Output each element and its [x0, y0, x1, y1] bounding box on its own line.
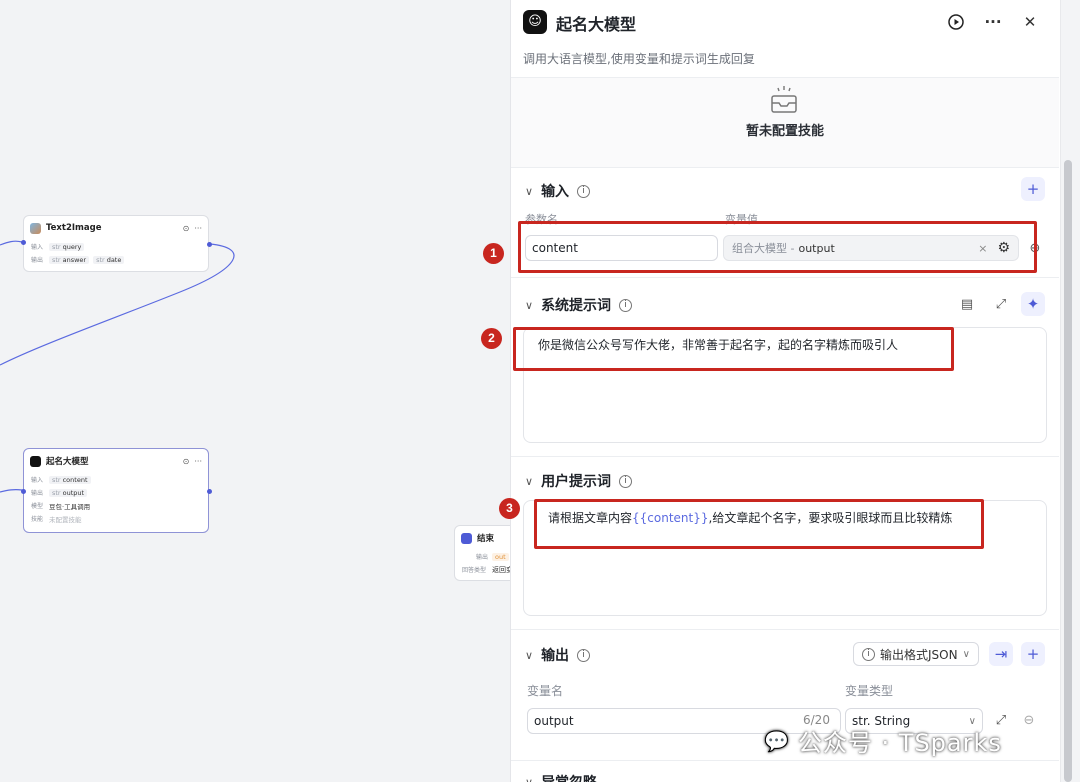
- node-end[interactable]: 结束 输出 out 回答类型 返回变: [454, 525, 510, 581]
- skills-value: 未配置技能: [49, 515, 82, 524]
- answer-type: 返回变: [492, 565, 510, 574]
- model-name: 豆包·工具调用: [49, 502, 91, 511]
- row-label: 输出: [475, 554, 488, 561]
- node-title: 起名大模型: [46, 457, 89, 467]
- row-label: 技能: [31, 516, 44, 523]
- skills-section: 暂未配置技能: [511, 78, 1059, 168]
- image-icon: [30, 222, 41, 234]
- output-tag: out: [492, 552, 509, 561]
- section-title: 输入: [541, 184, 570, 200]
- model-logo-icon: [30, 455, 41, 467]
- play-circle-icon: [948, 14, 964, 30]
- run-icon[interactable]: ⊙: [183, 224, 190, 233]
- section-title: 系统提示词: [541, 298, 612, 314]
- node-title: 结束: [477, 534, 495, 544]
- node-title: Text2Image: [46, 223, 102, 233]
- end-icon: [461, 532, 472, 544]
- node-text2image[interactable]: Text2Image ⊙ ··· 输入 str query 输出 str answe…: [21, 215, 212, 272]
- import-icon[interactable]: ⇥: [989, 642, 1013, 666]
- var-name-label: 变量名: [527, 684, 564, 698]
- panel-description[interactable]: 调用大语言模型,使用变量和提示词生成回复: [523, 50, 755, 67]
- divider: [511, 277, 1059, 278]
- row-label: 输出: [31, 257, 44, 264]
- add-input-button[interactable]: +: [1021, 177, 1045, 201]
- more-icon[interactable]: ···: [194, 224, 202, 233]
- output-tag: str date: [93, 255, 125, 264]
- ai-optimize-icon[interactable]: ✦: [1021, 292, 1045, 316]
- input-port[interactable]: [21, 489, 26, 494]
- node-naming-model[interactable]: 起名大模型 ⊙ ··· 输入 str content 输出 str output 模…: [21, 448, 212, 533]
- highlight-box-system-prompt: [513, 327, 954, 371]
- chevron-down-icon[interactable]: ∨: [525, 776, 533, 782]
- workflow-canvas[interactable]: Text2Image ⊙ ··· 输入 str query 输出 str answe…: [0, 0, 510, 782]
- scrollbar-thumb[interactable]: [1064, 160, 1072, 782]
- node-config-panel: ☺ 起名大模型 调用大语言模型,使用变量和提示词生成回复 ··· ✕ 暂未配置技…: [510, 0, 1070, 782]
- exception-section-header[interactable]: ∨ 异常忽略: [525, 772, 597, 782]
- user-prompt-header[interactable]: ∨ 用户提示词 i: [525, 471, 633, 491]
- panel-header: ☺ 起名大模型 调用大语言模型,使用变量和提示词生成回复 ··· ✕: [511, 0, 1059, 78]
- annotation-badge: 1: [483, 243, 504, 264]
- chevron-down-icon: ∨: [962, 648, 970, 660]
- divider: [511, 629, 1059, 630]
- chevron-down-icon[interactable]: ∨: [525, 299, 533, 312]
- watermark-text: 公众号 · TSparks: [797, 729, 1002, 757]
- highlight-box-user-prompt: [534, 499, 984, 549]
- row-label: 回答类型: [462, 567, 487, 574]
- output-format-select[interactable]: i 输出格式JSON ∨: [853, 642, 979, 666]
- info-icon: i: [862, 647, 875, 661]
- output-port[interactable]: [207, 489, 212, 494]
- skills-empty-text: 暂未配置技能: [745, 124, 824, 139]
- run-icon[interactable]: ⊙: [183, 457, 190, 466]
- input-port[interactable]: [21, 240, 26, 245]
- more-icon[interactable]: ···: [194, 457, 202, 466]
- add-output-button[interactable]: +: [1021, 642, 1045, 666]
- output-section-header[interactable]: ∨ 输出 i: [525, 645, 591, 665]
- var-type-label: 变量类型: [845, 684, 894, 698]
- highlight-box-input: [518, 221, 1037, 273]
- model-logo-icon: ☺: [523, 10, 547, 34]
- input-tag: str query: [49, 242, 85, 251]
- chevron-down-icon[interactable]: ∨: [525, 475, 533, 488]
- chevron-down-icon[interactable]: ∨: [525, 185, 533, 198]
- expand-icon[interactable]: ⤢: [989, 292, 1013, 316]
- section-title: 异常忽略: [541, 772, 597, 782]
- input-section-header[interactable]: ∨ 输入 i: [525, 181, 591, 201]
- more-button[interactable]: ···: [982, 11, 1004, 33]
- output-var-name: output: [534, 714, 574, 728]
- info-icon[interactable]: i: [619, 298, 633, 312]
- panel-title[interactable]: 起名大模型: [556, 11, 636, 35]
- row-label: 输入: [31, 244, 44, 251]
- watermark: 💬 公众号 · TSparks: [764, 723, 1002, 758]
- row-label: 模型: [31, 503, 44, 510]
- info-icon[interactable]: i: [577, 184, 591, 198]
- input-tag: str content: [49, 475, 91, 484]
- info-icon[interactable]: i: [577, 648, 591, 662]
- output-port[interactable]: [207, 242, 212, 247]
- divider: [511, 456, 1059, 457]
- row-label: 输出: [31, 490, 44, 497]
- section-title: 用户提示词: [541, 474, 612, 490]
- run-button[interactable]: [945, 11, 967, 33]
- connection-edges: [0, 240, 235, 493]
- wechat-icon: 💬: [764, 728, 790, 753]
- section-title: 输出: [541, 648, 570, 664]
- row-label: 输入: [31, 477, 44, 484]
- output-format-label: 输出格式JSON: [880, 647, 958, 662]
- prompt-library-icon[interactable]: ▤: [955, 292, 979, 316]
- annotation-badge: 3: [499, 498, 520, 519]
- output-tag: str answer: [49, 255, 90, 264]
- close-button[interactable]: ✕: [1019, 11, 1041, 33]
- remove-row-button[interactable]: ⊖: [1017, 708, 1041, 732]
- chevron-down-icon[interactable]: ∨: [525, 649, 533, 662]
- system-prompt-header[interactable]: ∨ 系统提示词 i: [525, 295, 633, 315]
- empty-box-icon: [771, 86, 797, 113]
- output-tag: str output: [49, 488, 88, 497]
- info-icon[interactable]: i: [619, 474, 633, 488]
- divider: [511, 760, 1059, 761]
- annotation-badge: 2: [481, 328, 502, 349]
